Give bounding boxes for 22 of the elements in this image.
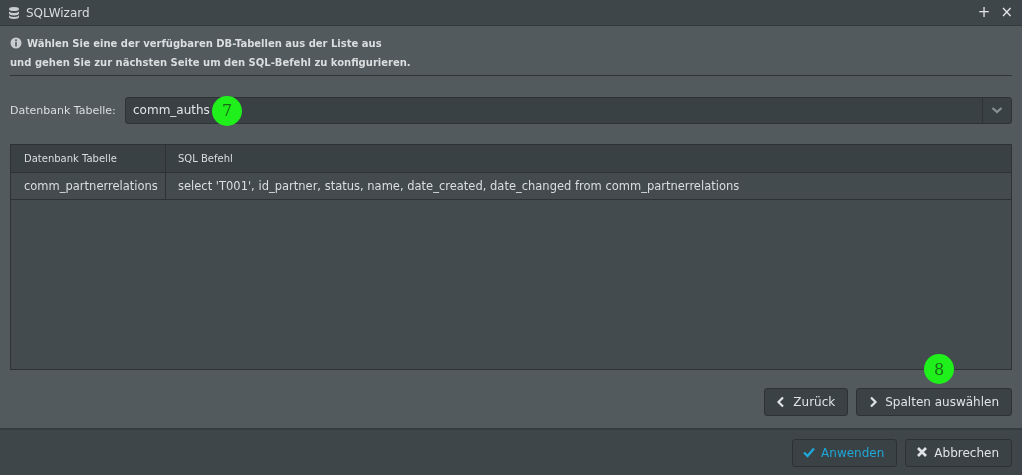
info-icon — [10, 36, 22, 50]
column-header[interactable]: Datenbank Tabelle — [11, 145, 166, 172]
number-badge: 8 — [924, 354, 954, 384]
table-cell: comm_partnerrelations — [11, 173, 166, 199]
table-dropdown[interactable]: comm_auths 7 — [125, 96, 1012, 124]
close-button[interactable]: × — [997, 5, 1016, 20]
window-title: SQLWizard — [26, 5, 91, 20]
database-icon — [8, 6, 20, 19]
table-cell-text: select 'T001', id_partner, status, name, date_created, date_changed from comm_partnerrelations — [177, 178, 741, 195]
info-text: und gehen Sie zur nächsten Seite um den SQL-Befehl zu konfigurieren. — [10, 56, 411, 68]
cancel-button[interactable]: Abbrechen — [905, 438, 1012, 467]
column-header[interactable]: SQL Befehl — [166, 145, 1011, 172]
add-button[interactable]: + — [974, 5, 994, 20]
info-text: Wählen Sie eine der verfügbaren DB-Tabellen aus der Liste aus — [27, 37, 382, 49]
close-icon — [916, 446, 929, 459]
next-button[interactable]: Spalten auswählen — [856, 388, 1012, 416]
field-label: Datenbank Tabelle: — [10, 103, 117, 117]
back-button[interactable]: Zurück — [764, 388, 849, 416]
apply-button[interactable]: Anwenden — [792, 438, 898, 467]
number-badge: 7 — [212, 95, 242, 126]
check-icon — [803, 446, 816, 459]
chevron-right-icon — [867, 395, 880, 409]
